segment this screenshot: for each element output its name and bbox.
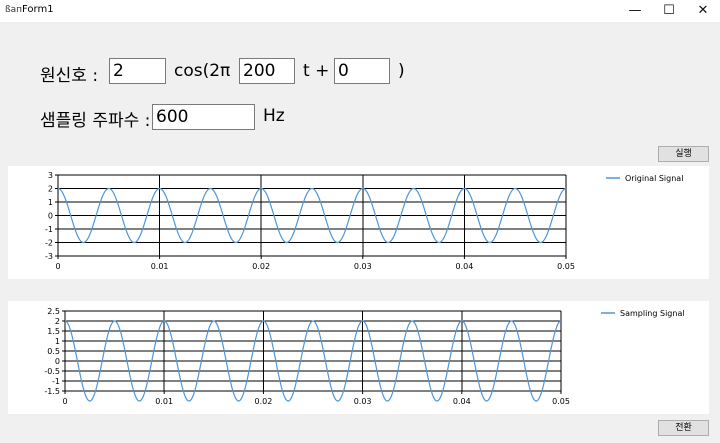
convert-button[interactable]: 전환 <box>658 420 709 436</box>
y-tick-label: -3 <box>45 252 53 261</box>
app-icon: ßaп <box>5 5 23 15</box>
hz-label: Hz <box>263 106 285 126</box>
x-tick-label: 0 <box>62 397 67 406</box>
y-tick-label: 1 <box>48 198 53 207</box>
y-tick-label: 0 <box>48 212 53 221</box>
frequency-input[interactable]: 200 <box>239 58 295 84</box>
sampling-signal-chart: 2.5 2 1.5 1 0.5 0 -0.5 -1 -1.5 0 0.01 0.02 0.03 0.04 0… <box>8 301 709 414</box>
y-tick-label: 0.5 <box>47 347 60 356</box>
y-tick-label: 3 <box>48 171 53 180</box>
minimize-icon: — <box>628 3 642 18</box>
x-tick-label: 0.03 <box>354 262 372 271</box>
y-tick-label: 2 <box>48 185 53 194</box>
phase-input[interactable]: 0 <box>334 58 390 84</box>
y-tick-label: 2 <box>55 317 60 326</box>
y-tick-label: -0.5 <box>44 367 60 376</box>
x-tick-label: 0.01 <box>151 262 169 271</box>
x-tick-label: 0.03 <box>354 397 372 406</box>
x-tick-label: 0 <box>55 262 60 271</box>
cos-label: cos(2π <box>174 61 231 81</box>
minimize-button[interactable]: — <box>618 0 652 22</box>
y-tick-label: 2.5 <box>47 307 60 316</box>
y-tick-label: 0 <box>55 357 60 366</box>
sampling-frequency-input[interactable]: 600 <box>152 104 255 130</box>
y-tick-label: 1 <box>55 337 60 346</box>
x-tick-label: 0.02 <box>254 397 272 406</box>
sampling-label: 샘플링 주파수 : <box>40 111 151 131</box>
x-tick-label: 0.05 <box>552 397 570 406</box>
original-signal-plot: 3210-1-2-30 0.01 0.02 0.03 0.04 0.05Original … <box>45 171 683 271</box>
y-tick-label: -1.5 <box>44 387 60 396</box>
window-title: Form1 <box>22 4 54 15</box>
maximize-icon: ☐ <box>663 3 675 18</box>
y-tick-label: -1 <box>52 377 60 386</box>
maximize-button[interactable]: ☐ <box>652 0 686 22</box>
x-tick-label: 0.05 <box>557 262 575 271</box>
amplitude-input[interactable]: 2 <box>109 58 166 84</box>
close-button[interactable]: ✕ <box>686 0 720 22</box>
close-icon: ✕ <box>697 3 709 18</box>
sampling-signal-plot: 2.521.510.50-0.5-1-1.50 0.01 0.02 0.03 0.04 0… <box>44 307 685 406</box>
close-paren-label: ) <box>398 61 405 81</box>
legend-label: Original Signal <box>625 174 683 183</box>
signal-label: 원신호 : <box>40 66 99 86</box>
title-bar: ßaп Form1 — ☐ ✕ <box>0 0 720 22</box>
x-tick-label: 0.01 <box>155 397 173 406</box>
y-tick-label: -1 <box>45 225 53 234</box>
y-tick-label: 1.5 <box>47 327 60 336</box>
original-signal-chart: 3 2 1 0 -1 -2 -3 0 0.01 0.02 0.03 0.04 0.05 Original … <box>8 166 709 279</box>
x-tick-label: 0.02 <box>252 262 270 271</box>
x-tick-label: 0.04 <box>455 262 473 271</box>
legend-label: Sampling Signal <box>620 309 685 318</box>
y-tick-label: -2 <box>45 239 53 248</box>
t-plus-label: t + <box>303 61 330 81</box>
run-button[interactable]: 실행 <box>658 146 709 162</box>
x-tick-label: 0.04 <box>453 397 471 406</box>
